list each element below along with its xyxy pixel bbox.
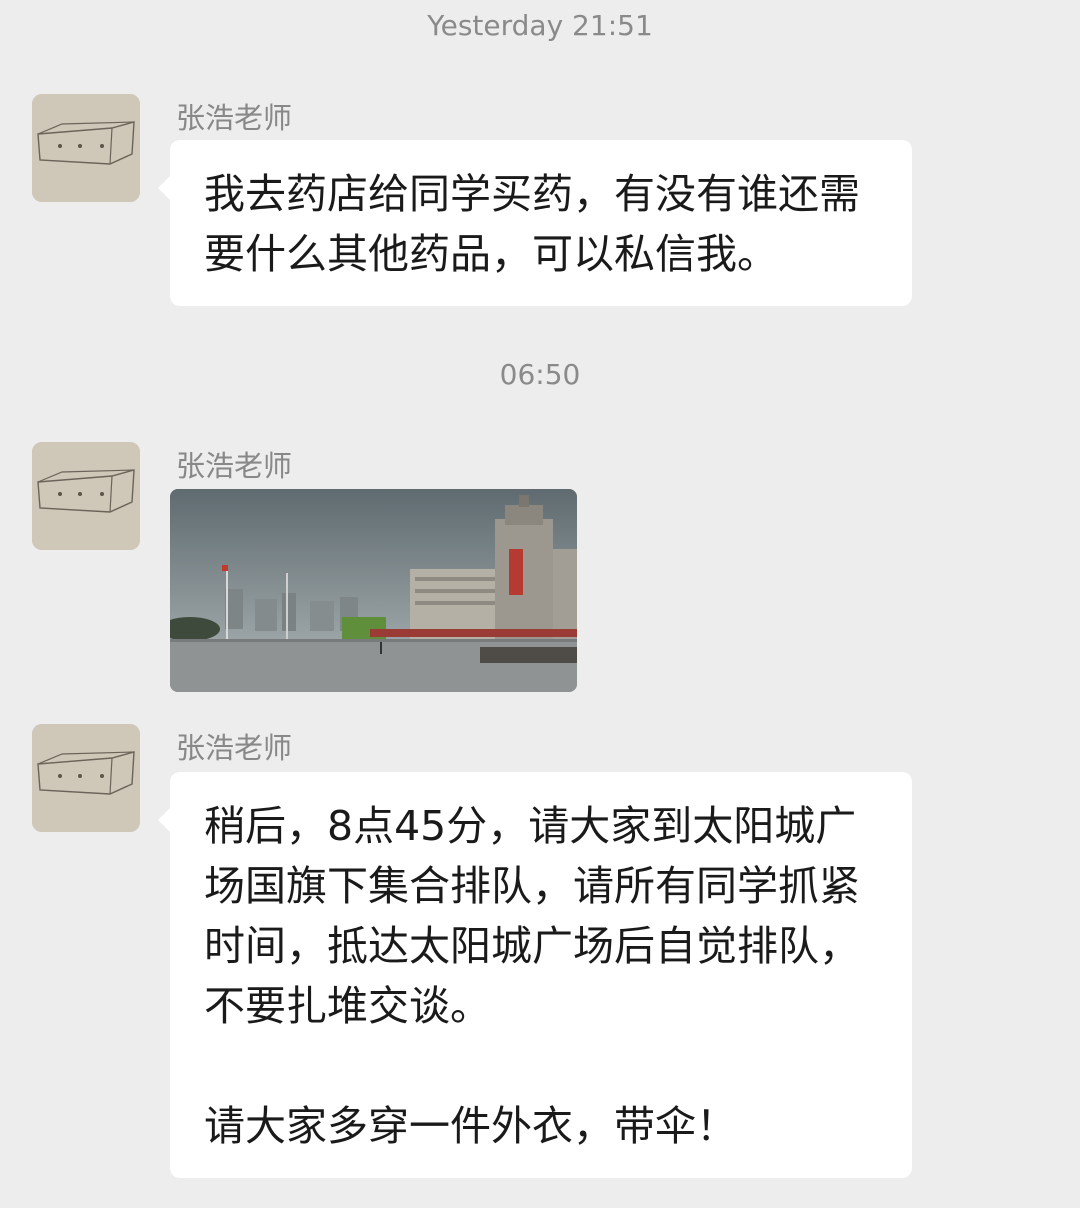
message-photo-square[interactable] — [170, 489, 577, 692]
message-bubble-pharmacy[interactable]: 我去药店给同学买药，有没有谁还需要什么其他药品，可以私信我。 — [158, 140, 912, 306]
message-bubble-assembly[interactable]: 稍后，8点45分，请大家到太阳城广场国旗下集合排队，请所有同学抓紧时间，抵达太阳… — [158, 772, 912, 1178]
sender-name: 张浩老师 — [176, 449, 293, 483]
avatar[interactable] — [32, 94, 140, 202]
avatar[interactable] — [32, 724, 140, 832]
sender-name: 张浩老师 — [176, 731, 293, 765]
avatar[interactable] — [32, 442, 140, 550]
box-sketch-icon — [32, 724, 140, 832]
sender-name: 张浩老师 — [176, 101, 293, 135]
timestamp-yesterday: Yesterday 21:51 — [427, 9, 653, 42]
box-sketch-icon — [32, 94, 140, 202]
timestamp-0650: 06:50 — [499, 358, 581, 391]
box-sketch-icon — [32, 442, 140, 550]
plaza-photo-image — [170, 489, 577, 692]
